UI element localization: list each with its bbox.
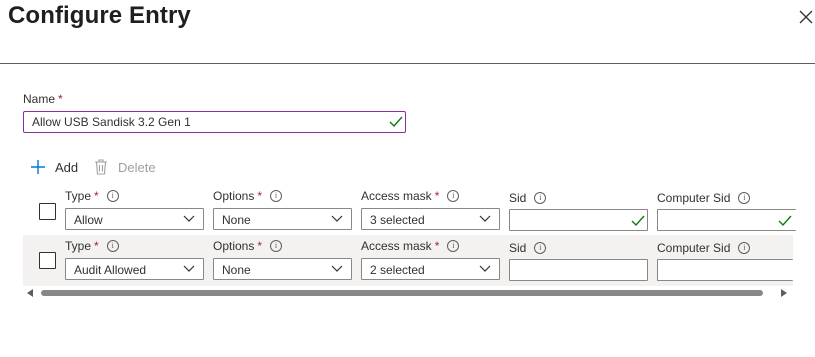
checkmark-icon bbox=[389, 116, 403, 128]
chevron-down-icon bbox=[331, 215, 343, 222]
computer-sid-input[interactable] bbox=[657, 209, 796, 231]
info-icon[interactable]: i bbox=[447, 240, 460, 252]
type-column-label: Type * i bbox=[65, 239, 119, 253]
info-icon[interactable]: i bbox=[534, 242, 547, 254]
sid-column-label: Sid i bbox=[509, 191, 547, 205]
dialog-title: Configure Entry bbox=[8, 2, 191, 29]
delete-label: Delete bbox=[118, 159, 156, 175]
chevron-down-icon bbox=[479, 265, 491, 272]
info-icon[interactable]: i bbox=[534, 192, 547, 204]
access-mask-column-label: Access mask * i bbox=[361, 239, 460, 253]
scroll-left-arrow-icon[interactable] bbox=[27, 289, 34, 297]
options-dropdown[interactable]: None bbox=[213, 208, 352, 230]
plus-icon bbox=[31, 160, 45, 174]
options-column-label: Options * i bbox=[213, 239, 283, 253]
add-button[interactable]: Add bbox=[30, 159, 78, 175]
type-dropdown[interactable]: Audit Allowed bbox=[65, 258, 204, 280]
options-column-label: Options * i bbox=[213, 189, 283, 203]
table-row: Type * i Audit Allowed Options * i None Ac… bbox=[0, 235, 815, 285]
checkmark-icon bbox=[631, 215, 645, 227]
horizontal-scrollbar[interactable] bbox=[23, 286, 793, 300]
delete-button[interactable]: Delete bbox=[94, 159, 156, 175]
scrollbar-thumb[interactable] bbox=[41, 290, 763, 296]
chevron-down-icon bbox=[183, 215, 195, 222]
sid-column-label: Sid i bbox=[509, 241, 547, 255]
chevron-down-icon bbox=[479, 215, 491, 222]
close-icon[interactable] bbox=[797, 8, 815, 26]
add-label: Add bbox=[55, 159, 79, 175]
trash-icon bbox=[95, 159, 107, 175]
info-icon[interactable]: i bbox=[738, 192, 751, 204]
info-icon[interactable]: i bbox=[447, 190, 460, 202]
computer-sid-column-label: Computer Sid i bbox=[657, 191, 751, 205]
sid-input[interactable] bbox=[509, 259, 648, 281]
required-mark: * bbox=[58, 92, 63, 106]
chevron-down-icon bbox=[331, 265, 343, 272]
type-column-label: Type * i bbox=[65, 189, 119, 203]
row-select-checkbox[interactable] bbox=[39, 203, 56, 220]
options-dropdown[interactable]: None bbox=[213, 258, 352, 280]
checkmark-icon bbox=[778, 215, 792, 227]
name-label: Name * bbox=[23, 92, 63, 106]
row-select-checkbox[interactable] bbox=[39, 252, 56, 269]
computer-sid-input[interactable] bbox=[657, 259, 793, 281]
info-icon[interactable]: i bbox=[270, 240, 283, 252]
info-icon[interactable]: i bbox=[270, 190, 283, 202]
info-icon[interactable]: i bbox=[106, 240, 119, 252]
info-icon[interactable]: i bbox=[738, 242, 751, 254]
scroll-right-arrow-icon[interactable] bbox=[781, 289, 788, 297]
computer-sid-column-label: Computer Sid i bbox=[657, 241, 751, 255]
name-input[interactable] bbox=[32, 115, 372, 129]
access-mask-column-label: Access mask * i bbox=[361, 189, 460, 203]
access-mask-dropdown[interactable]: 2 selected bbox=[361, 258, 500, 280]
header-divider bbox=[0, 63, 815, 64]
table-row: Type * i Allow Options * i None Access mas… bbox=[0, 185, 815, 235]
access-mask-dropdown[interactable]: 3 selected bbox=[361, 208, 500, 230]
chevron-down-icon bbox=[183, 265, 195, 272]
info-icon[interactable]: i bbox=[106, 190, 119, 202]
type-dropdown[interactable]: Allow bbox=[65, 208, 204, 230]
sid-input[interactable] bbox=[509, 209, 648, 231]
name-field[interactable] bbox=[23, 111, 406, 133]
